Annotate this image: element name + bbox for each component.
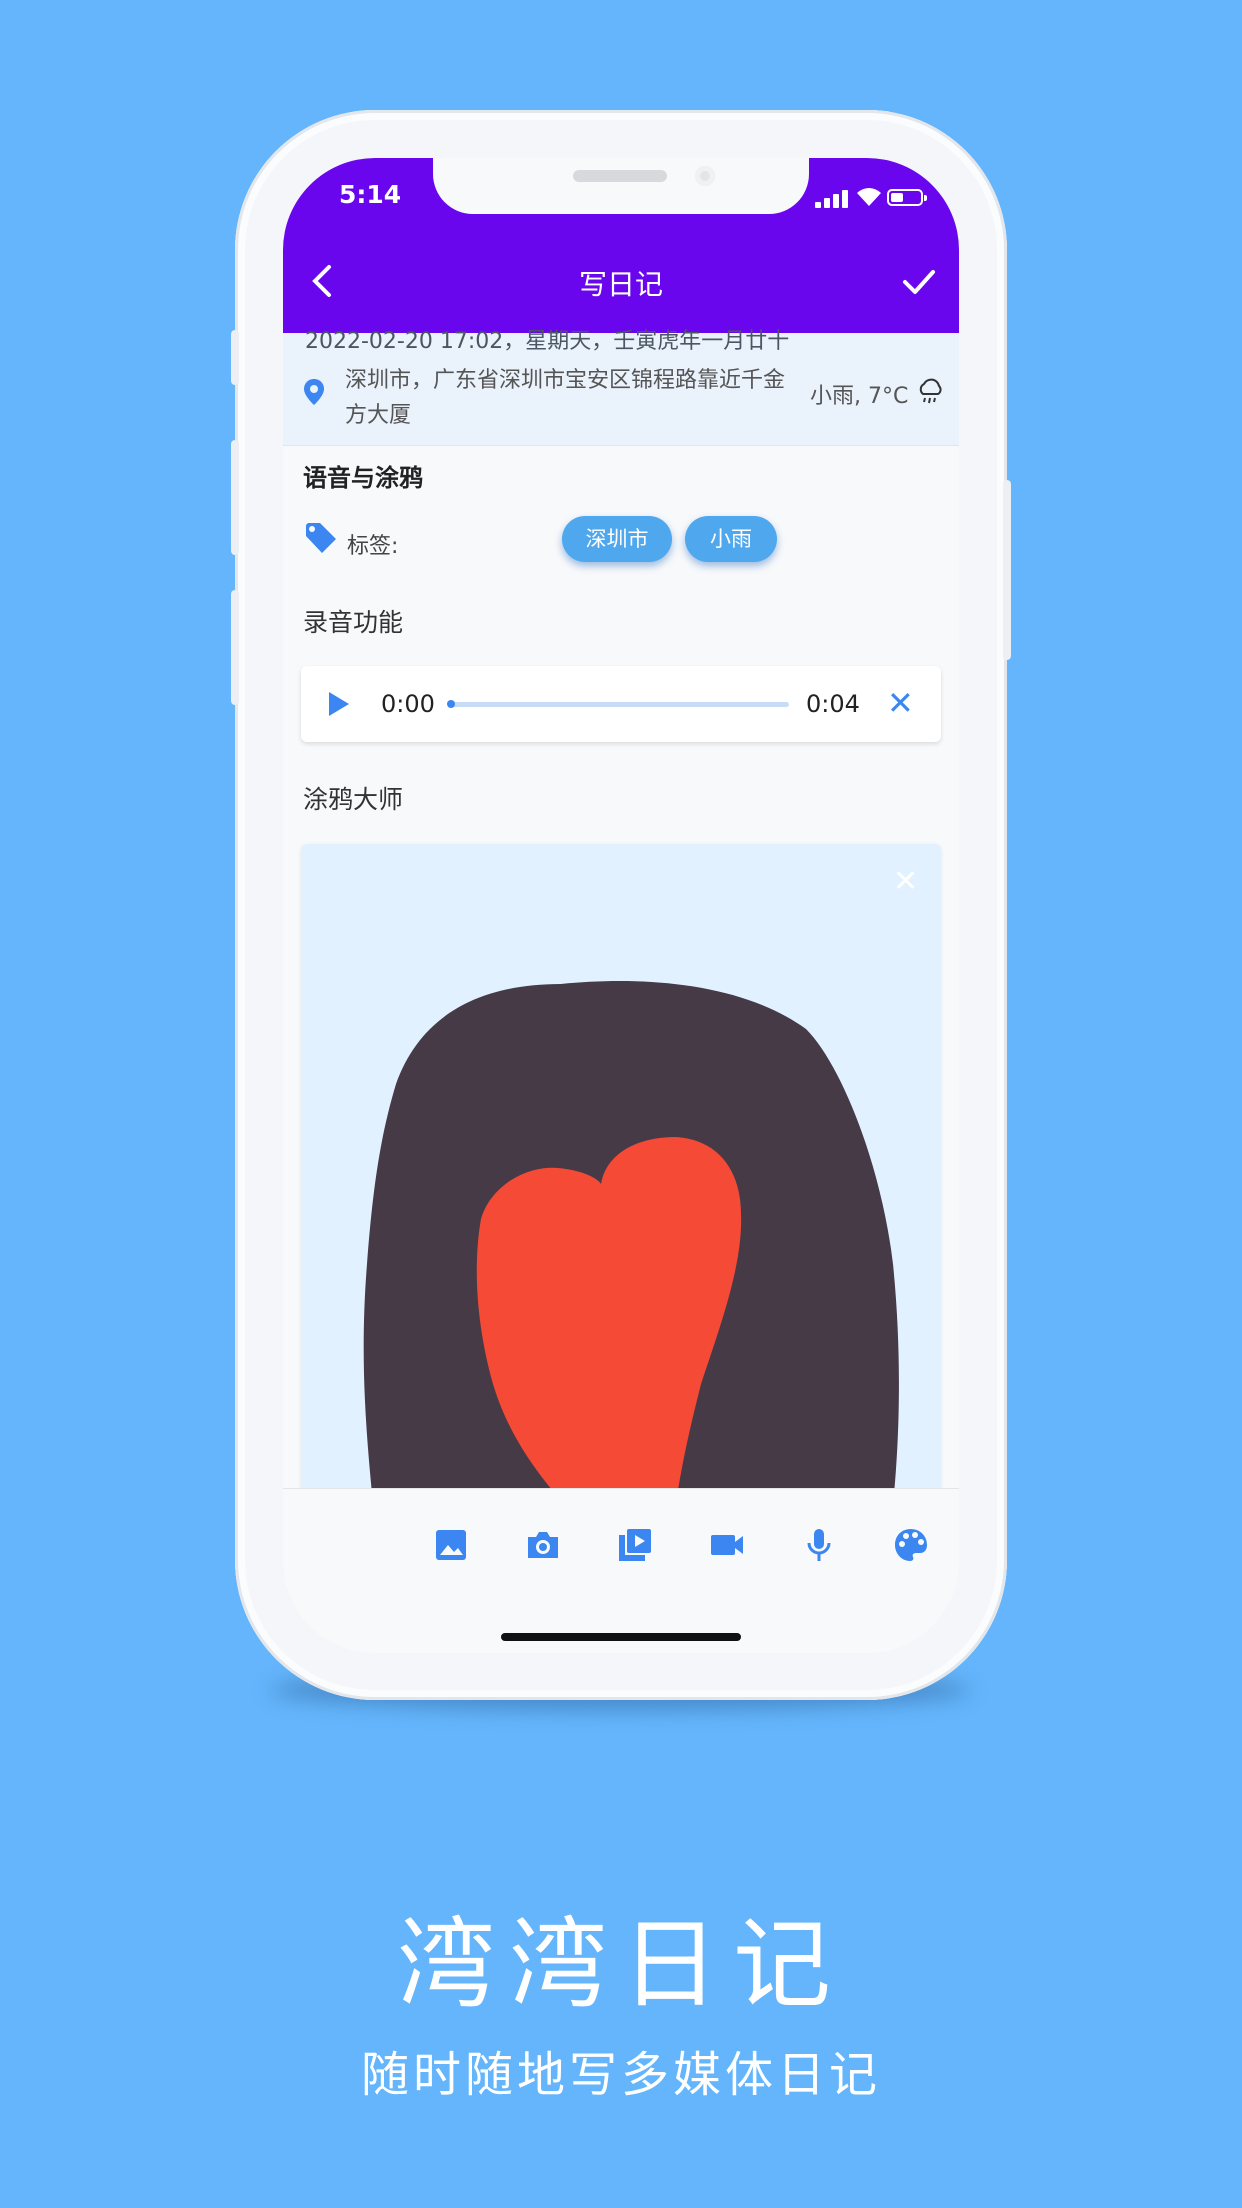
play-icon[interactable] xyxy=(329,692,349,716)
location-icon xyxy=(304,379,324,405)
phone-screen: 5:14 写日记 2022-02-20 17:02，星期天，壬寅虎年一月廿十 深… xyxy=(283,158,959,1653)
entry-meta: 2022-02-20 17:02，星期天，壬寅虎年一月廿十 深圳市，广东省深圳市… xyxy=(283,329,959,446)
doodle-drawing xyxy=(363,981,899,1524)
home-indicator[interactable] xyxy=(501,1633,741,1641)
palette-icon[interactable] xyxy=(891,1525,931,1565)
audio-progress-knob[interactable] xyxy=(447,700,455,708)
datetime-text: 2022-02-20 17:02，星期天，壬寅虎年一月廿十 xyxy=(305,329,790,354)
promo-app-name: 湾湾日记 xyxy=(396,1908,845,2022)
audio-player: 0:00 0:04 ✕ xyxy=(301,666,941,742)
app-bar: 写日记 xyxy=(283,233,959,333)
speaker xyxy=(573,170,667,182)
weather-text: 小雨, 7°C xyxy=(810,384,909,409)
videocam-icon[interactable] xyxy=(707,1525,747,1565)
promo-tagline: 随时随地写多媒体日记 xyxy=(360,2047,881,2103)
audio-progress-track[interactable] xyxy=(449,702,789,707)
entry-title[interactable]: 语音与涂鸦 xyxy=(303,458,423,493)
audio-current-time: 0:00 xyxy=(381,690,435,718)
remove-audio-icon[interactable]: ✕ xyxy=(887,687,914,719)
tag-chip[interactable]: 小雨 xyxy=(685,516,777,562)
battery-icon xyxy=(887,189,927,206)
mute-switch xyxy=(231,330,239,385)
tags-label: 标签: xyxy=(347,534,399,559)
audio-duration: 0:04 xyxy=(806,690,860,718)
volume-down-button xyxy=(231,590,239,705)
address-text: 深圳市，广东省深圳市宝安区锦程路靠近千金方大厦 xyxy=(345,368,786,428)
tag-chip[interactable]: 深圳市 xyxy=(562,516,672,562)
audio-section-label: 录音功能 xyxy=(303,608,404,637)
tag-icon xyxy=(306,523,336,553)
media-toolbar xyxy=(283,1488,959,1653)
front-camera xyxy=(695,166,715,186)
status-time: 5:14 xyxy=(339,180,402,209)
signal-icon xyxy=(815,188,849,208)
notch xyxy=(433,158,809,214)
status-bar: 5:14 xyxy=(283,158,959,233)
mic-icon[interactable] xyxy=(799,1525,839,1565)
wifi-icon xyxy=(857,188,881,206)
remove-doodle-icon[interactable]: ✕ xyxy=(893,864,918,899)
power-button xyxy=(1003,480,1011,660)
image-icon[interactable] xyxy=(431,1525,471,1565)
volume-up-button xyxy=(231,440,239,555)
doodle-canvas[interactable]: ✕ xyxy=(301,844,941,1524)
doodle-section-label: 涂鸦大师 xyxy=(303,785,404,814)
check-icon[interactable] xyxy=(899,261,939,301)
camera-icon[interactable] xyxy=(523,1525,563,1565)
video-library-icon[interactable] xyxy=(615,1525,655,1565)
page-title: 写日记 xyxy=(578,268,663,301)
rain-cloud-icon xyxy=(919,378,942,404)
